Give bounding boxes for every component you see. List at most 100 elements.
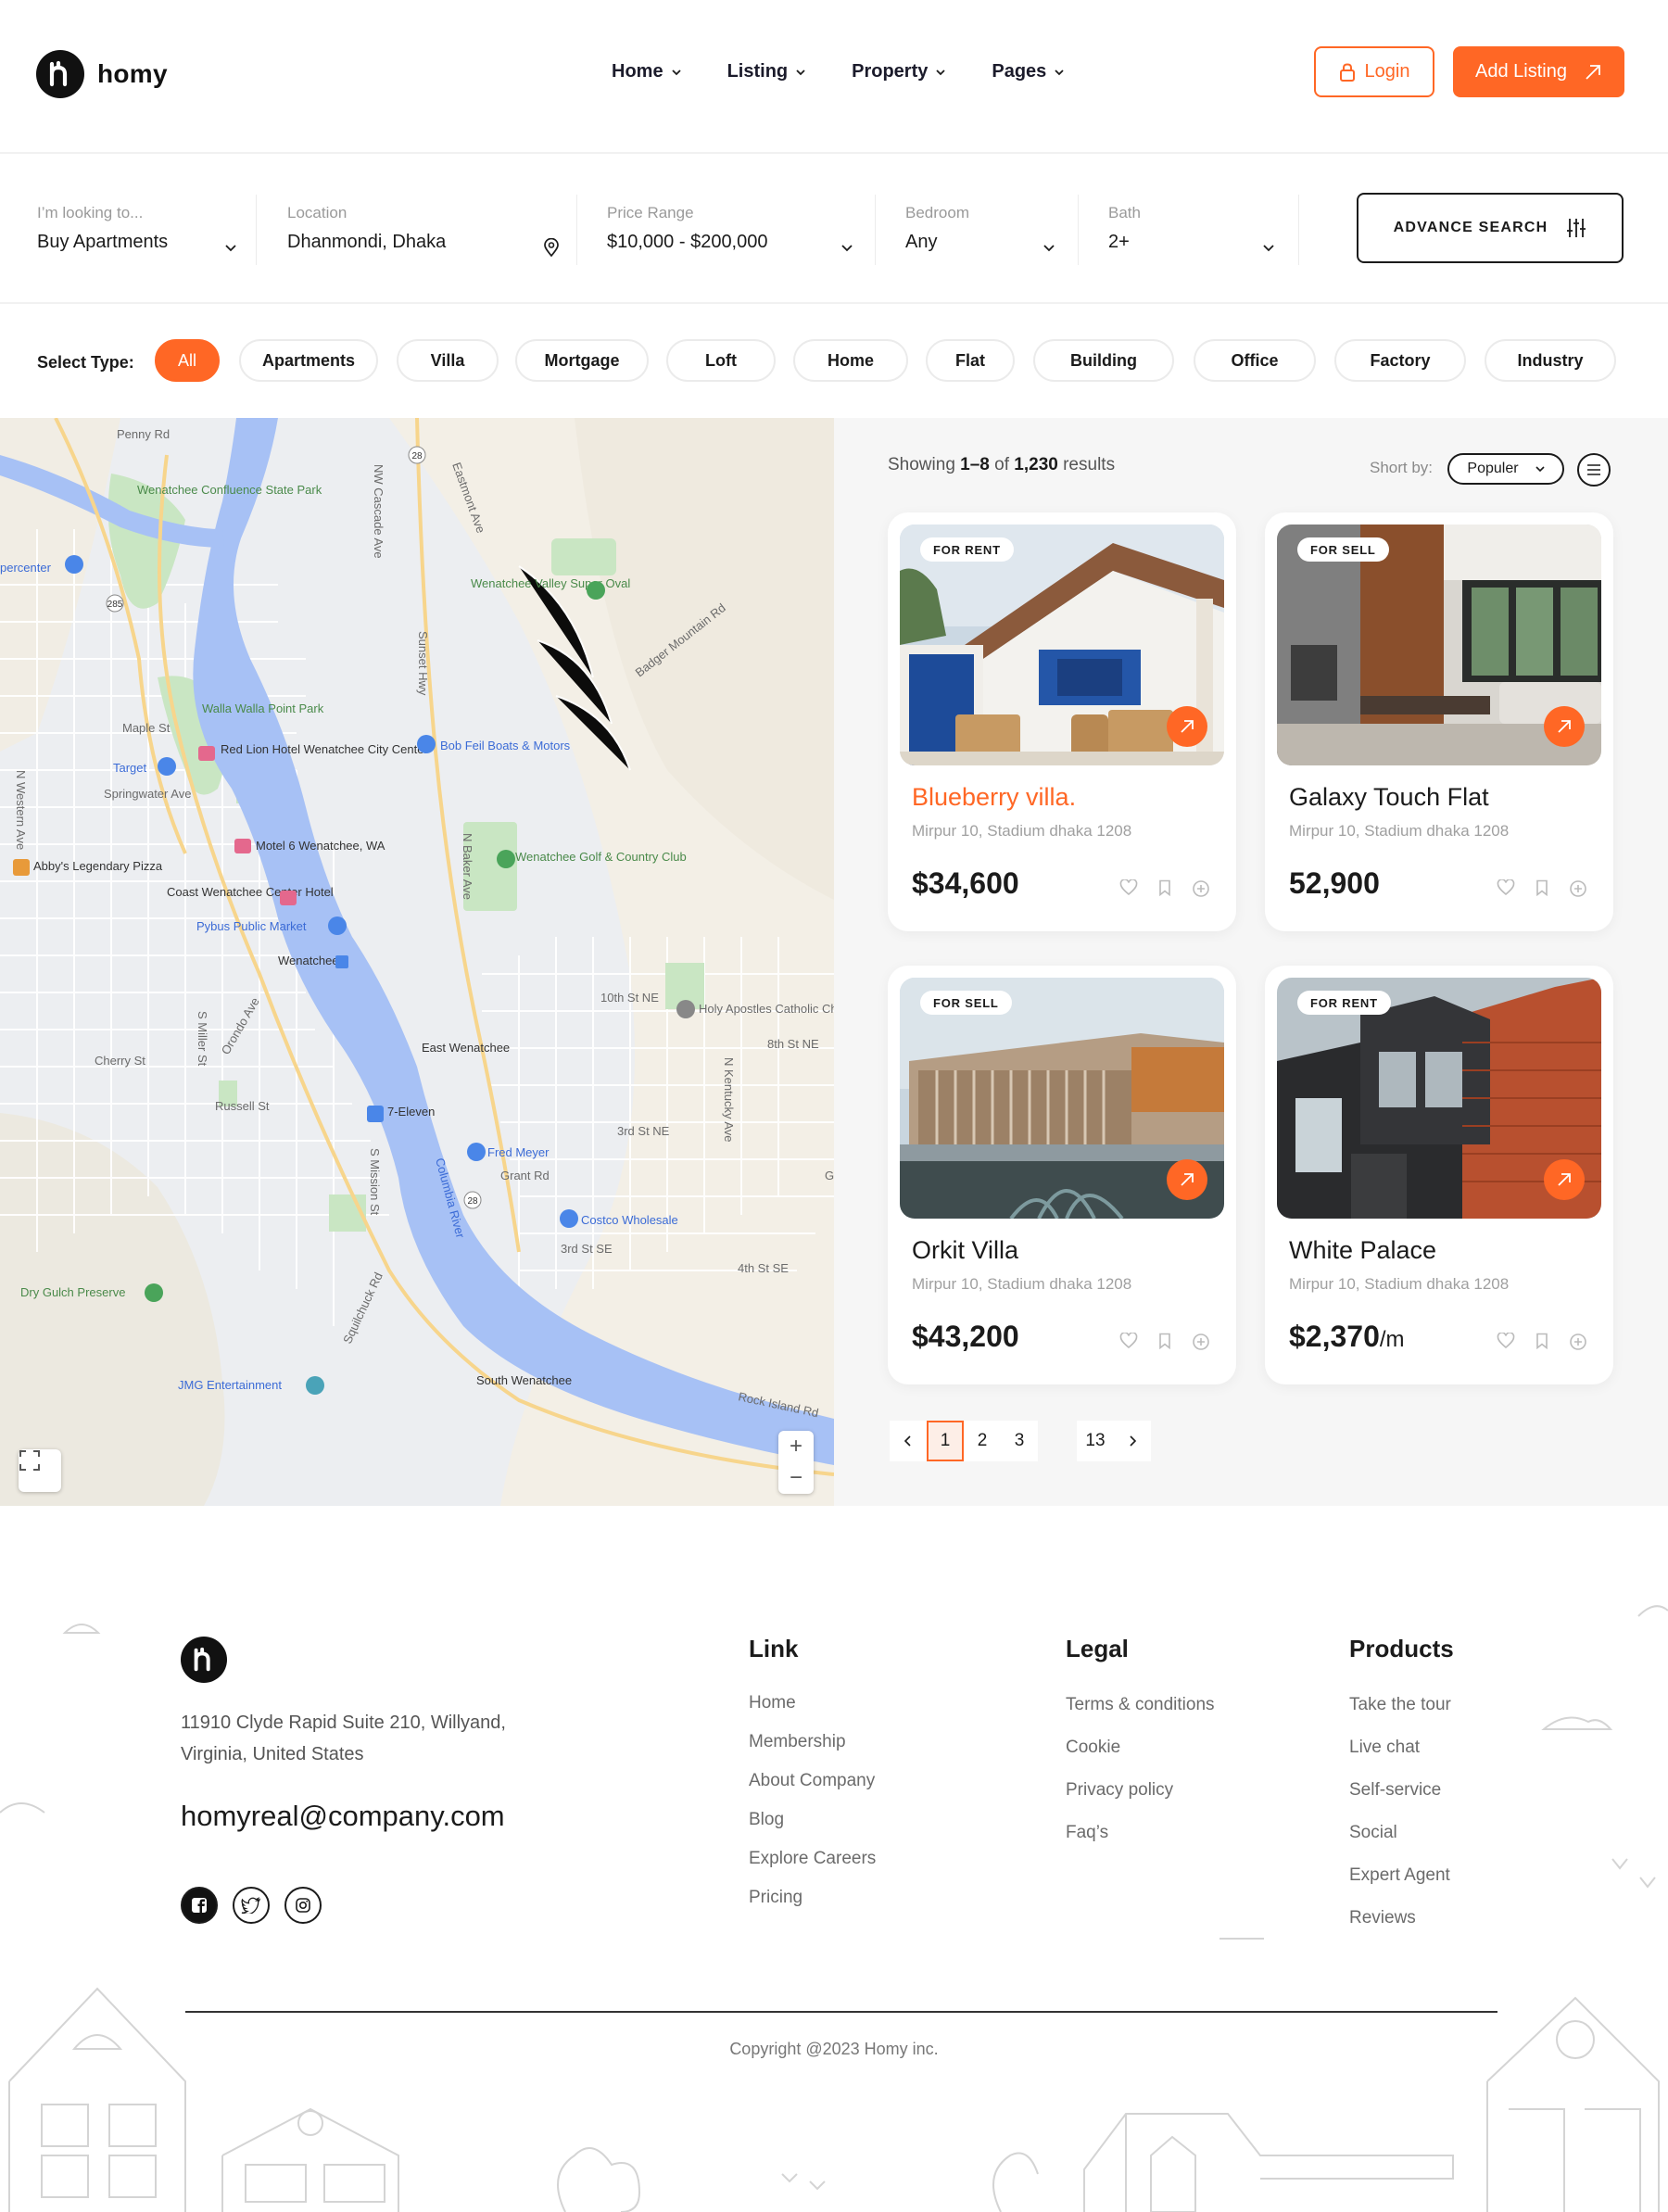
type-chip-building[interactable]: Building	[1033, 339, 1174, 382]
property-photo[interactable]: FOR RENT	[1277, 978, 1601, 1219]
map-pin-icon[interactable]	[306, 1376, 324, 1395]
map-pin-icon[interactable]	[417, 735, 436, 753]
footer-link-membership[interactable]: Membership	[749, 1723, 876, 1762]
view-listing-button[interactable]	[1544, 706, 1585, 747]
bedroom-select[interactable]: Bedroom Any	[905, 204, 1055, 271]
map-pin-icon[interactable]	[328, 916, 347, 935]
restaurant-pin-icon[interactable]	[13, 859, 30, 876]
advance-search-button[interactable]: ADVANCE SEARCH	[1357, 193, 1624, 263]
property-photo[interactable]: FOR SELL	[1277, 525, 1601, 765]
instagram-link[interactable]	[284, 1887, 322, 1924]
footer-email-link[interactable]: homyreal@company.com	[181, 1800, 505, 1833]
type-chip-office[interactable]: Office	[1194, 339, 1316, 382]
type-chip-home[interactable]: Home	[793, 339, 908, 382]
type-chip-all[interactable]: All	[155, 339, 220, 382]
page-button-last[interactable]: 13	[1077, 1421, 1114, 1461]
login-button[interactable]: Login	[1314, 46, 1434, 97]
map-pin-icon[interactable]	[560, 1209, 578, 1228]
hotel-pin-icon[interactable]	[280, 891, 297, 905]
map-pin-icon[interactable]	[145, 1283, 163, 1302]
add-circle-icon[interactable]	[1192, 1333, 1210, 1351]
add-listing-button[interactable]: Add Listing	[1453, 46, 1624, 97]
listing-card[interactable]: FOR SELL Orkit Villa Mirpur 10, Stadium …	[888, 966, 1236, 1384]
map-canvas[interactable]: Penny Rd Wenatchee Confluence State Park…	[0, 418, 834, 1506]
church-pin-icon[interactable]	[676, 1000, 695, 1018]
map-pin-icon[interactable]	[158, 757, 176, 776]
footer-link-live-chat[interactable]: Live chat	[1349, 1726, 1454, 1769]
map-fullscreen-button[interactable]	[19, 1449, 61, 1492]
type-chip-loft[interactable]: Loft	[666, 339, 776, 382]
listing-title[interactable]: Blueberry villa.	[912, 783, 1076, 812]
footer-link-terms[interactable]: Terms & conditions	[1066, 1684, 1215, 1726]
page-button-3[interactable]: 3	[1001, 1421, 1038, 1461]
footer-link-expert-agent[interactable]: Expert Agent	[1349, 1854, 1454, 1897]
footer-link-pricing[interactable]: Pricing	[749, 1878, 876, 1917]
listing-card[interactable]: FOR SELL Galaxy Touch Flat Mirpur 10, St…	[1265, 512, 1613, 931]
footer-link-tour[interactable]: Take the tour	[1349, 1684, 1454, 1726]
view-listing-button[interactable]	[1544, 1159, 1585, 1200]
listing-card[interactable]: FOR RENT Blueberry villa. Mirpur 10, Sta…	[888, 512, 1236, 931]
type-chip-flat[interactable]: Flat	[926, 339, 1015, 382]
listing-title[interactable]: Orkit Villa	[912, 1236, 1018, 1265]
footer-link-blog[interactable]: Blog	[749, 1801, 876, 1839]
facebook-link[interactable]	[181, 1887, 218, 1924]
looking-to-select[interactable]: I’m looking to... Buy Apartments	[37, 204, 237, 271]
bookmark-icon[interactable]	[1156, 1333, 1173, 1349]
page-button-1[interactable]: 1	[927, 1421, 964, 1461]
map-pin-icon[interactable]	[587, 581, 605, 600]
footer-link-about[interactable]: About Company	[749, 1762, 876, 1801]
location-input[interactable]: Location Dhanmondi, Dhaka	[287, 204, 560, 271]
zoom-in-button[interactable]: +	[790, 1434, 802, 1460]
footer-link-home[interactable]: Home	[749, 1684, 876, 1723]
type-chip-industry[interactable]: Industry	[1485, 339, 1616, 382]
property-photo[interactable]: FOR RENT	[900, 525, 1224, 765]
prev-page-button[interactable]	[890, 1421, 927, 1461]
type-chip-mortgage[interactable]: Mortgage	[515, 339, 649, 382]
footer-link-cookie[interactable]: Cookie	[1066, 1726, 1215, 1769]
footer-link-faq[interactable]: Faq’s	[1066, 1812, 1215, 1854]
twitter-link[interactable]	[233, 1887, 270, 1924]
brand-logo[interactable]: homy	[36, 50, 168, 98]
type-chip-apartments[interactable]: Apartments	[239, 339, 378, 382]
property-map[interactable]: Penny Rd Wenatchee Confluence State Park…	[0, 418, 834, 1506]
type-chip-factory[interactable]: Factory	[1334, 339, 1466, 382]
type-chip-villa[interactable]: Villa	[397, 339, 499, 382]
footer-link-social[interactable]: Social	[1349, 1812, 1454, 1854]
bookmark-icon[interactable]	[1534, 1333, 1550, 1349]
nav-item-pages[interactable]: Pages	[992, 61, 1065, 82]
nav-item-listing[interactable]: Listing	[727, 61, 807, 82]
map-pin-icon[interactable]	[65, 555, 83, 574]
list-view-button[interactable]	[1577, 453, 1611, 487]
map-pin-icon[interactable]	[467, 1143, 486, 1161]
add-circle-icon[interactable]	[1192, 879, 1210, 898]
next-page-button[interactable]	[1114, 1421, 1151, 1461]
hotel-pin-icon[interactable]	[198, 746, 215, 761]
map-pin-icon[interactable]	[497, 850, 515, 868]
sort-select[interactable]: Populer	[1447, 453, 1564, 485]
footer-logo[interactable]	[181, 1637, 227, 1683]
heart-icon[interactable]	[1119, 1333, 1138, 1349]
hotel-pin-icon[interactable]	[234, 839, 251, 853]
property-photo[interactable]: FOR SELL	[900, 978, 1224, 1219]
add-circle-icon[interactable]	[1569, 879, 1587, 898]
price-range-select[interactable]: Price Range $10,000 - $200,000	[607, 204, 853, 271]
bookmark-icon[interactable]	[1156, 879, 1173, 896]
page-button-2[interactable]: 2	[964, 1421, 1001, 1461]
zoom-out-button[interactable]: −	[790, 1465, 802, 1491]
bookmark-icon[interactable]	[1534, 879, 1550, 896]
bath-select[interactable]: Bath 2+	[1108, 204, 1275, 271]
nav-item-home[interactable]: Home	[612, 61, 682, 82]
view-listing-button[interactable]	[1167, 706, 1207, 747]
store-pin-icon[interactable]	[367, 1106, 384, 1122]
footer-link-reviews[interactable]: Reviews	[1349, 1897, 1454, 1940]
add-circle-icon[interactable]	[1569, 1333, 1587, 1351]
listing-title[interactable]: Galaxy Touch Flat	[1289, 783, 1489, 812]
footer-link-careers[interactable]: Explore Careers	[749, 1839, 876, 1878]
nav-item-property[interactable]: Property	[852, 61, 946, 82]
heart-icon[interactable]	[1119, 879, 1138, 896]
listing-title[interactable]: White Palace	[1289, 1236, 1436, 1265]
heart-icon[interactable]	[1497, 1333, 1515, 1349]
footer-link-self-service[interactable]: Self-service	[1349, 1769, 1454, 1812]
heart-icon[interactable]	[1497, 879, 1515, 896]
view-listing-button[interactable]	[1167, 1159, 1207, 1200]
